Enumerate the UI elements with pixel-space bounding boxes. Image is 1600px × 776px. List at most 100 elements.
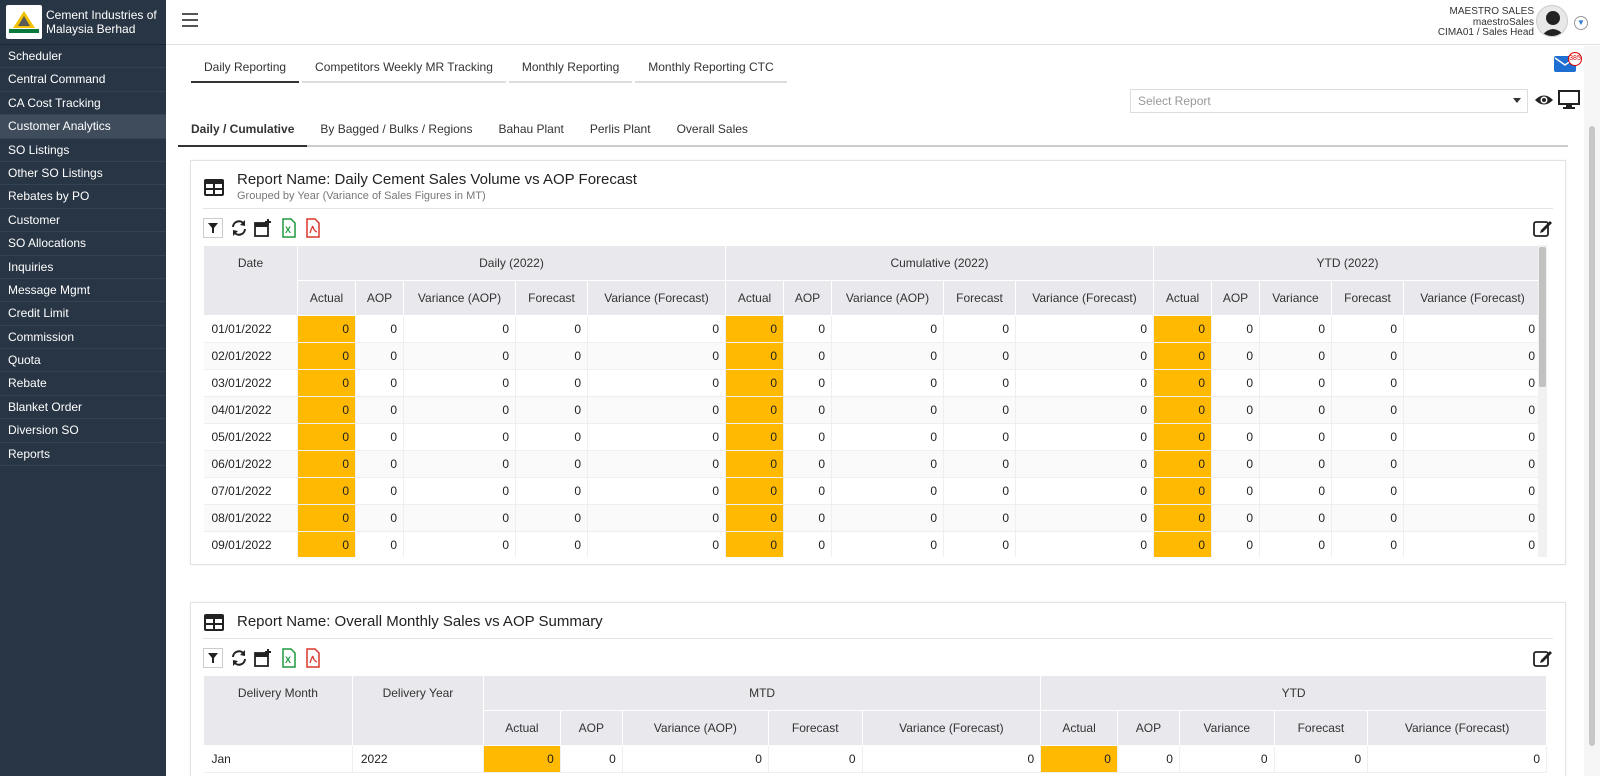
select-report-dropdown[interactable]: Select Report bbox=[1130, 89, 1528, 113]
brand[interactable]: Cement Industries of Malaysia Berhad bbox=[0, 0, 166, 45]
col-header-mtd-actual[interactable]: Actual bbox=[483, 710, 561, 746]
excel-export-icon[interactable]: X bbox=[279, 648, 299, 668]
table-row[interactable]: 08/01/2022 0 0 0 0 0 0 0 0 0 0 0 0 0 0 0 bbox=[203, 504, 1542, 532]
filter-icon[interactable] bbox=[203, 218, 223, 238]
cell-value: 0 bbox=[587, 450, 726, 478]
page-scrollbar[interactable] bbox=[1584, 46, 1600, 776]
sidebar-item-inquiries[interactable]: Inquiries bbox=[0, 256, 166, 279]
col-header-mtd-variance-aop[interactable]: Variance (AOP) bbox=[621, 710, 769, 746]
sidebar-item-rebates-by-po[interactable]: Rebates by PO bbox=[0, 185, 166, 209]
col-header-cumulative-forecast[interactable]: Forecast bbox=[943, 280, 1016, 316]
pdf-export-icon[interactable] bbox=[303, 218, 323, 238]
eye-icon[interactable] bbox=[1534, 90, 1554, 110]
sidebar-item-other-so-listings[interactable]: Other SO Listings bbox=[0, 162, 166, 186]
sidebar-item-credit-limit[interactable]: Credit Limit bbox=[0, 302, 166, 326]
col-header-date[interactable]: Date bbox=[203, 245, 298, 316]
tab-daily-reporting[interactable]: Daily Reporting bbox=[191, 56, 300, 83]
tab-perlis-plant[interactable]: Perlis Plant bbox=[577, 119, 664, 145]
cell-actual: 0 bbox=[1153, 504, 1212, 532]
col-header-cumulative-variance-forecast[interactable]: Variance (Forecast) bbox=[1015, 280, 1154, 316]
filter-icon[interactable] bbox=[203, 648, 223, 668]
cell-value: 0 bbox=[403, 477, 516, 505]
sidebar-item-scheduler[interactable]: Scheduler bbox=[0, 45, 166, 69]
cell-value: 0 bbox=[1015, 504, 1154, 532]
report2-table-wrapper[interactable]: Delivery Month Delivery Year MTD YTD Act… bbox=[203, 675, 1547, 776]
col-header-delivery-year[interactable]: Delivery Year bbox=[351, 675, 485, 746]
sidebar-item-rebate[interactable]: Rebate bbox=[0, 372, 166, 396]
sidebar-item-customer-analytics[interactable]: Customer Analytics bbox=[0, 115, 166, 139]
table-row[interactable]: 05/01/2022 0 0 0 0 0 0 0 0 0 0 0 0 0 0 0 bbox=[203, 423, 1542, 451]
col-header-ytd-actual[interactable]: Actual bbox=[1153, 280, 1212, 316]
sidebar-item-message-mgmt[interactable]: Message Mgmt bbox=[0, 279, 166, 303]
tab-monthly-reporting[interactable]: Monthly Reporting bbox=[508, 56, 633, 83]
col-header-ytd-forecast[interactable]: Forecast bbox=[1331, 280, 1404, 316]
cell-actual: 0 bbox=[297, 477, 356, 505]
sidebar-item-ca-cost-tracking[interactable]: CA Cost Tracking bbox=[0, 92, 166, 116]
table-row[interactable]: 04/01/2022 0 0 0 0 0 0 0 0 0 0 0 0 0 0 0 bbox=[203, 396, 1542, 424]
sidebar-item-so-listings[interactable]: SO Listings bbox=[0, 139, 166, 162]
col-header-mtd-aop[interactable]: AOP bbox=[559, 710, 623, 746]
refresh-icon[interactable] bbox=[229, 218, 249, 238]
chevron-down-icon[interactable]: ▼ bbox=[1574, 16, 1588, 30]
col-header-ytd-aop[interactable]: AOP bbox=[1116, 710, 1180, 746]
excel-export-icon[interactable]: X bbox=[279, 218, 299, 238]
col-header-ytd-forecast[interactable]: Forecast bbox=[1273, 710, 1369, 746]
edit-icon[interactable] bbox=[1533, 648, 1553, 668]
col-header-ytd-actual[interactable]: Actual bbox=[1040, 710, 1118, 746]
col-header-ytd-variance[interactable]: Variance bbox=[1178, 710, 1275, 746]
sidebar-item-quota[interactable]: Quota bbox=[0, 349, 166, 373]
tab-daily-cumulative[interactable]: Daily / Cumulative bbox=[178, 119, 308, 147]
table-row[interactable]: 09/01/2022 0 0 0 0 0 0 0 0 0 0 0 0 0 0 0 bbox=[203, 531, 1542, 557]
col-header-daily-variance-aop[interactable]: Variance (AOP) bbox=[403, 280, 516, 316]
col-header-mtd-variance-forecast[interactable]: Variance (Forecast) bbox=[861, 710, 1042, 746]
table-row[interactable]: 01/01/2022 0 0 0 0 0 0 0 0 0 0 0 0 0 0 0 bbox=[203, 315, 1542, 343]
cell-actual: 0 bbox=[1153, 531, 1212, 557]
col-header-cumulative-variance-aop[interactable]: Variance (AOP) bbox=[831, 280, 944, 316]
table-row[interactable]: 06/01/2022 0 0 0 0 0 0 0 0 0 0 0 0 0 0 0 bbox=[203, 450, 1542, 478]
sidebar-item-commission[interactable]: Commission bbox=[0, 326, 166, 350]
add-column-icon[interactable] bbox=[253, 648, 273, 668]
refresh-icon[interactable] bbox=[229, 648, 249, 668]
table-row[interactable]: 07/01/2022 0 0 0 0 0 0 0 0 0 0 0 0 0 0 0 bbox=[203, 477, 1542, 505]
col-header-delivery-month[interactable]: Delivery Month bbox=[203, 675, 353, 746]
tab-bahau-plant[interactable]: Bahau Plant bbox=[485, 119, 576, 145]
col-header-daily-variance-forecast[interactable]: Variance (Forecast) bbox=[587, 280, 726, 316]
monitor-icon[interactable] bbox=[1558, 88, 1580, 110]
sidebar-item-diversion-so[interactable]: Diversion SO bbox=[0, 419, 166, 443]
col-header-daily-aop[interactable]: AOP bbox=[355, 280, 404, 316]
col-header-ytd-variance[interactable]: Variance bbox=[1259, 280, 1332, 316]
page-scrollbar-thumb[interactable] bbox=[1589, 126, 1595, 746]
cell-date: 07/01/2022 bbox=[203, 477, 298, 505]
col-header-ytd-aop[interactable]: AOP bbox=[1211, 280, 1260, 316]
col-header-mtd-forecast[interactable]: Forecast bbox=[767, 710, 863, 746]
tab-monthly-reporting-ctc[interactable]: Monthly Reporting CTC bbox=[635, 56, 787, 83]
pdf-export-icon[interactable] bbox=[303, 648, 323, 668]
col-header-ytd-variance-forecast[interactable]: Variance (Forecast) bbox=[1403, 280, 1542, 316]
cell-date: 01/01/2022 bbox=[203, 315, 298, 343]
tab-by-bagged-bulks-regions[interactable]: By Bagged / Bulks / Regions bbox=[307, 119, 485, 145]
sidebar-item-reports[interactable]: Reports bbox=[0, 443, 166, 467]
table-scrollbar[interactable] bbox=[1538, 245, 1547, 557]
edit-icon[interactable] bbox=[1533, 218, 1553, 238]
sidebar-item-so-allocations[interactable]: SO Allocations bbox=[0, 232, 166, 256]
col-header-cumulative-aop[interactable]: AOP bbox=[783, 280, 832, 316]
col-header-daily-actual[interactable]: Actual bbox=[297, 280, 356, 316]
cell-value: 0 bbox=[1211, 342, 1260, 370]
avatar[interactable] bbox=[1536, 5, 1568, 37]
tab-competitors-weekly-mr-tracking[interactable]: Competitors Weekly MR Tracking bbox=[302, 56, 506, 83]
table-row[interactable]: 02/01/2022 0 0 0 0 0 0 0 0 0 0 0 0 0 0 0 bbox=[203, 342, 1542, 370]
sidebar-item-customer[interactable]: Customer bbox=[0, 209, 166, 233]
table-scrollbar-thumb[interactable] bbox=[1539, 247, 1546, 387]
sidebar-item-blanket-order[interactable]: Blanket Order bbox=[0, 396, 166, 420]
tab-overall-sales[interactable]: Overall Sales bbox=[664, 119, 761, 145]
mail-icon[interactable]: 385 bbox=[1554, 52, 1582, 72]
table-row[interactable]: 03/01/2022 0 0 0 0 0 0 0 0 0 0 0 0 0 0 0 bbox=[203, 369, 1542, 397]
col-header-cumulative-actual[interactable]: Actual bbox=[725, 280, 784, 316]
add-column-icon[interactable] bbox=[253, 218, 273, 238]
report1-table-wrapper[interactable]: Date Daily (2022) Cumulative (2022) YTD … bbox=[203, 245, 1547, 557]
hamburger-menu-icon[interactable] bbox=[182, 13, 198, 27]
sidebar-item-central-command[interactable]: Central Command bbox=[0, 68, 166, 92]
col-header-ytd-variance-forecast[interactable]: Variance (Forecast) bbox=[1367, 710, 1547, 746]
col-header-daily-forecast[interactable]: Forecast bbox=[515, 280, 588, 316]
table-row[interactable]: Jan 2022 0 0 0 0 0 0 0 0 0 0 bbox=[203, 745, 1547, 773]
